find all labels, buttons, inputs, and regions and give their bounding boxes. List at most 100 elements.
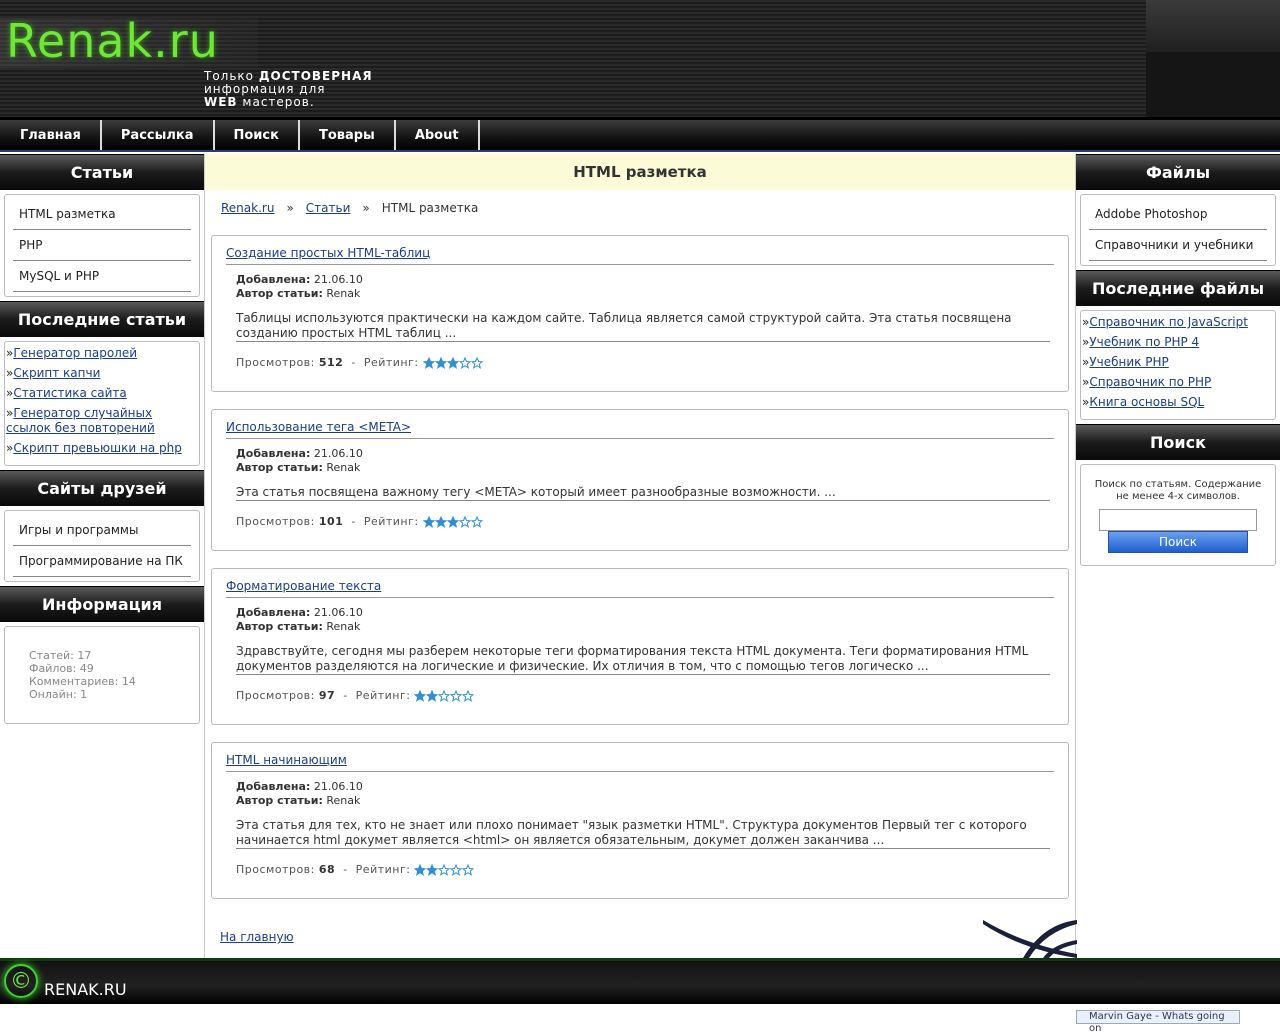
- article-excerpt: Эта статья посвящена важному тегу <META>…: [236, 485, 1050, 501]
- latest-articles-block-title: Последние статьи: [0, 301, 204, 337]
- main-navigation: Главная Рассылка Поиск Товары About: [0, 120, 1280, 152]
- info-block-title: Информация: [0, 586, 204, 622]
- list-item: »Скрипт превьюшки на php: [6, 441, 182, 455]
- star-filled-icon: [426, 863, 439, 876]
- article-meta: Добавлена: 21.06.10 Автор статьи: Renak: [236, 606, 363, 633]
- site-tagline: Только ДОСТОВЕРНАЯ информация для WEB ма…: [204, 69, 373, 109]
- latest-files-block-title: Последние файлы: [1076, 270, 1280, 306]
- copyright-icon: ©: [4, 964, 38, 998]
- nav-item-home[interactable]: Главная: [0, 120, 102, 150]
- nav-item-search[interactable]: Поиск: [215, 120, 300, 150]
- latest-file-link[interactable]: Учебник PHP: [1089, 355, 1168, 369]
- site-footer: © RENAK.RU: [0, 958, 1280, 1004]
- latest-file-link[interactable]: Учебник по PHP 4: [1089, 335, 1199, 349]
- site-info: Статей: 17 Файлов: 49 Комментариев: 14 О…: [4, 626, 200, 724]
- breadcrumb: Renak.ru» Статьи» HTML разметка: [221, 201, 479, 215]
- search-button[interactable]: Поиск: [1108, 531, 1248, 553]
- latest-article-link[interactable]: Скрипт превьюшки на php: [13, 441, 181, 455]
- rating-stars: [414, 863, 475, 876]
- article-stats: Просмотров: 512- Рейтинг:: [236, 356, 1054, 369]
- article-card: HTML начинающим Добавлена: 21.06.10 Авто…: [211, 742, 1069, 899]
- star-filled-icon: [422, 356, 435, 369]
- latest-articles-list: »Генератор паролей »Скрипт капчи »Статис…: [4, 341, 200, 466]
- star-empty-icon: [438, 863, 451, 876]
- articles-block-title: Статьи: [0, 154, 204, 190]
- breadcrumb-home[interactable]: Renak.ru: [221, 201, 274, 215]
- latest-file-link[interactable]: Справочник по JavaScript: [1089, 315, 1248, 329]
- list-item: »Скрипт капчи: [6, 366, 101, 380]
- list-item: »Учебник PHP: [1082, 355, 1169, 369]
- star-filled-icon: [434, 356, 447, 369]
- footer-text: RENAK.RU: [44, 980, 127, 999]
- star-empty-icon: [458, 356, 471, 369]
- star-filled-icon: [446, 356, 459, 369]
- sidebar-item-php[interactable]: PHP: [13, 230, 191, 261]
- latest-file-link[interactable]: Книга основы SQL: [1089, 395, 1204, 409]
- list-item: »Учебник по PHP 4: [1082, 335, 1200, 349]
- articles-menu: HTML разметка PHP MySQL и PHP: [4, 194, 200, 297]
- page-title: HTML разметка: [205, 154, 1075, 190]
- list-item: »Справочник по PHP: [1082, 375, 1212, 389]
- info-files-count: Файлов: 49: [29, 662, 94, 675]
- nav-item-newsletter[interactable]: Рассылка: [102, 120, 215, 150]
- list-item: »Генератор случайных ссылок без повторен…: [6, 406, 155, 435]
- article-excerpt: Эта статья для тех, кто не знает или пло…: [236, 818, 1050, 849]
- article-meta: Добавлена: 21.06.10 Автор статьи: Renak: [236, 447, 363, 474]
- article-excerpt: Таблицы используются практически на кажд…: [236, 311, 1050, 342]
- article-title-link[interactable]: Форматирование текста: [226, 579, 1054, 598]
- star-filled-icon: [434, 515, 447, 528]
- star-empty-icon: [470, 356, 483, 369]
- star-filled-icon: [414, 689, 427, 702]
- article-stats: Просмотров: 68- Рейтинг:: [236, 863, 1054, 876]
- latest-article-link[interactable]: Скрипт капчи: [13, 366, 100, 380]
- article-stats: Просмотров: 97- Рейтинг:: [236, 689, 1054, 702]
- star-empty-icon: [450, 689, 463, 702]
- star-empty-icon: [470, 515, 483, 528]
- nav-item-about[interactable]: About: [396, 120, 480, 150]
- article-title-link[interactable]: Использование тега <META>: [226, 420, 1054, 439]
- latest-article-link[interactable]: Генератор паролей: [13, 346, 137, 360]
- list-item: »Статистика сайта: [6, 386, 127, 400]
- search-input[interactable]: [1099, 509, 1257, 531]
- media-popup[interactable]: Marvin Gaye - Whats going on: [1076, 1010, 1240, 1034]
- home-link[interactable]: На главную: [220, 930, 294, 944]
- latest-article-link[interactable]: Генератор случайных ссылок без повторени…: [6, 406, 155, 435]
- star-empty-icon: [450, 863, 463, 876]
- breadcrumb-current: HTML разметка: [381, 201, 479, 215]
- sidebar-item-handbooks[interactable]: Справочники и учебники: [1089, 230, 1267, 261]
- site-header: Renak.ru Только ДОСТОВЕРНАЯ информация д…: [0, 0, 1280, 120]
- search-block-title: Поиск: [1076, 424, 1280, 460]
- article-card: Использование тега <META> Добавлена: 21.…: [211, 409, 1069, 551]
- info-online-count: Онлайн: 1: [29, 688, 88, 701]
- rating-stars: [414, 689, 475, 702]
- sidebar-item-html[interactable]: HTML разметка: [13, 199, 191, 230]
- decorative-swoosh: [983, 920, 1077, 958]
- article-title-link[interactable]: HTML начинающим: [226, 753, 1054, 772]
- article-card: Форматирование текста Добавлена: 21.06.1…: [211, 568, 1069, 725]
- article-meta: Добавлена: 21.06.10 Автор статьи: Renak: [236, 273, 363, 300]
- nav-item-products[interactable]: Товары: [300, 120, 396, 150]
- friends-menu: Игры и программы Программирование на ПК: [4, 510, 200, 582]
- star-filled-icon: [422, 515, 435, 528]
- article-excerpt: Здравствуйте, сегодня мы разберем некото…: [236, 644, 1050, 675]
- info-comments-count: Комментариев: 14: [29, 675, 136, 688]
- article-meta: Добавлена: 21.06.10 Автор статьи: Renak: [236, 780, 363, 807]
- star-empty-icon: [462, 689, 475, 702]
- sidebar-item-photoshop[interactable]: Addobe Photoshop: [1089, 199, 1267, 230]
- star-filled-icon: [414, 863, 427, 876]
- breadcrumb-articles[interactable]: Статьи: [306, 201, 351, 215]
- article-title-link[interactable]: Создание простых HTML-таблиц: [226, 246, 1054, 265]
- star-empty-icon: [438, 689, 451, 702]
- sidebar-item-mysql-php[interactable]: MySQL и PHP: [13, 261, 191, 292]
- files-menu: Addobe Photoshop Справочники и учебники: [1080, 194, 1276, 266]
- latest-article-link[interactable]: Статистика сайта: [13, 386, 126, 400]
- friend-link[interactable]: Игры и программы: [13, 515, 191, 546]
- friend-link[interactable]: Программирование на ПК: [13, 546, 191, 577]
- site-logo[interactable]: Renak.ru: [6, 14, 219, 68]
- header-right-highlight: [1146, 0, 1280, 52]
- list-item: »Генератор паролей: [6, 346, 138, 360]
- rating-stars: [422, 515, 483, 528]
- left-sidebar: Статьи HTML разметка PHP MySQL и PHP Пос…: [0, 154, 204, 728]
- article-card: Создание простых HTML-таблиц Добавлена: …: [211, 235, 1069, 392]
- latest-file-link[interactable]: Справочник по PHP: [1089, 375, 1211, 389]
